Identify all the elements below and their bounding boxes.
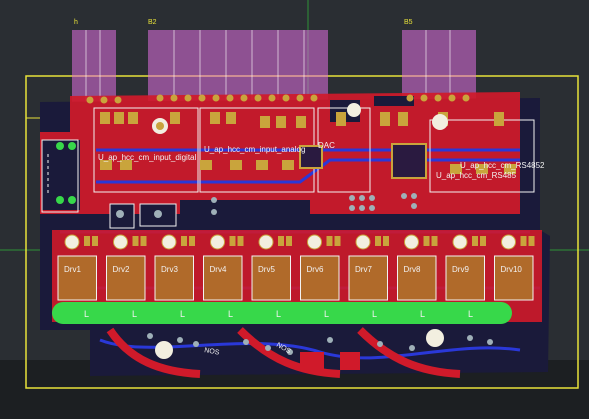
module-label-input-analog: U_ap_hcc_cm_input_analog <box>204 145 305 154</box>
pcb-canvas[interactable]: h B2 B5 U_ap_hcc_cm_input_digital U_ap_h… <box>0 0 589 419</box>
top-mark-right: B5 <box>404 19 413 26</box>
top-mark-left: h <box>74 19 78 26</box>
rail-marker: L <box>372 309 377 319</box>
driver-label: Drv8 <box>404 265 421 274</box>
rail-marker: L <box>180 309 185 319</box>
driver-label: Drv9 <box>452 265 469 274</box>
dac-chip <box>391 143 427 179</box>
driver-label: Drv6 <box>307 265 324 274</box>
module-label-rs485-a: U_ap_hcc_cm_RS4852 <box>460 161 545 170</box>
driver-label: Drv5 <box>258 265 275 274</box>
module-label-dac: DAC <box>318 141 335 150</box>
rail-marker: L <box>468 309 473 319</box>
driver-label: Drv1 <box>64 265 81 274</box>
rail-marker: L <box>420 309 425 319</box>
driver-label: Drv3 <box>161 265 178 274</box>
rail-marker: L <box>276 309 281 319</box>
rail-marker: L <box>132 309 137 319</box>
driver-label: Drv4 <box>210 265 227 274</box>
module-label-input-digital: U_ap_hcc_cm_input_digital <box>98 153 197 162</box>
driver-label: Drv7 <box>355 265 372 274</box>
top-mark-middle: B2 <box>148 19 157 26</box>
power-rail <box>52 302 512 324</box>
rail-marker: L <box>324 309 329 319</box>
module-label-rs485-b: U_ap_hcc_cm_RS485 <box>436 171 517 180</box>
driver-label: Drv2 <box>113 265 130 274</box>
rail-marker: L <box>228 309 233 319</box>
rail-marker: L <box>84 309 89 319</box>
driver-label: Drv10 <box>501 265 523 274</box>
